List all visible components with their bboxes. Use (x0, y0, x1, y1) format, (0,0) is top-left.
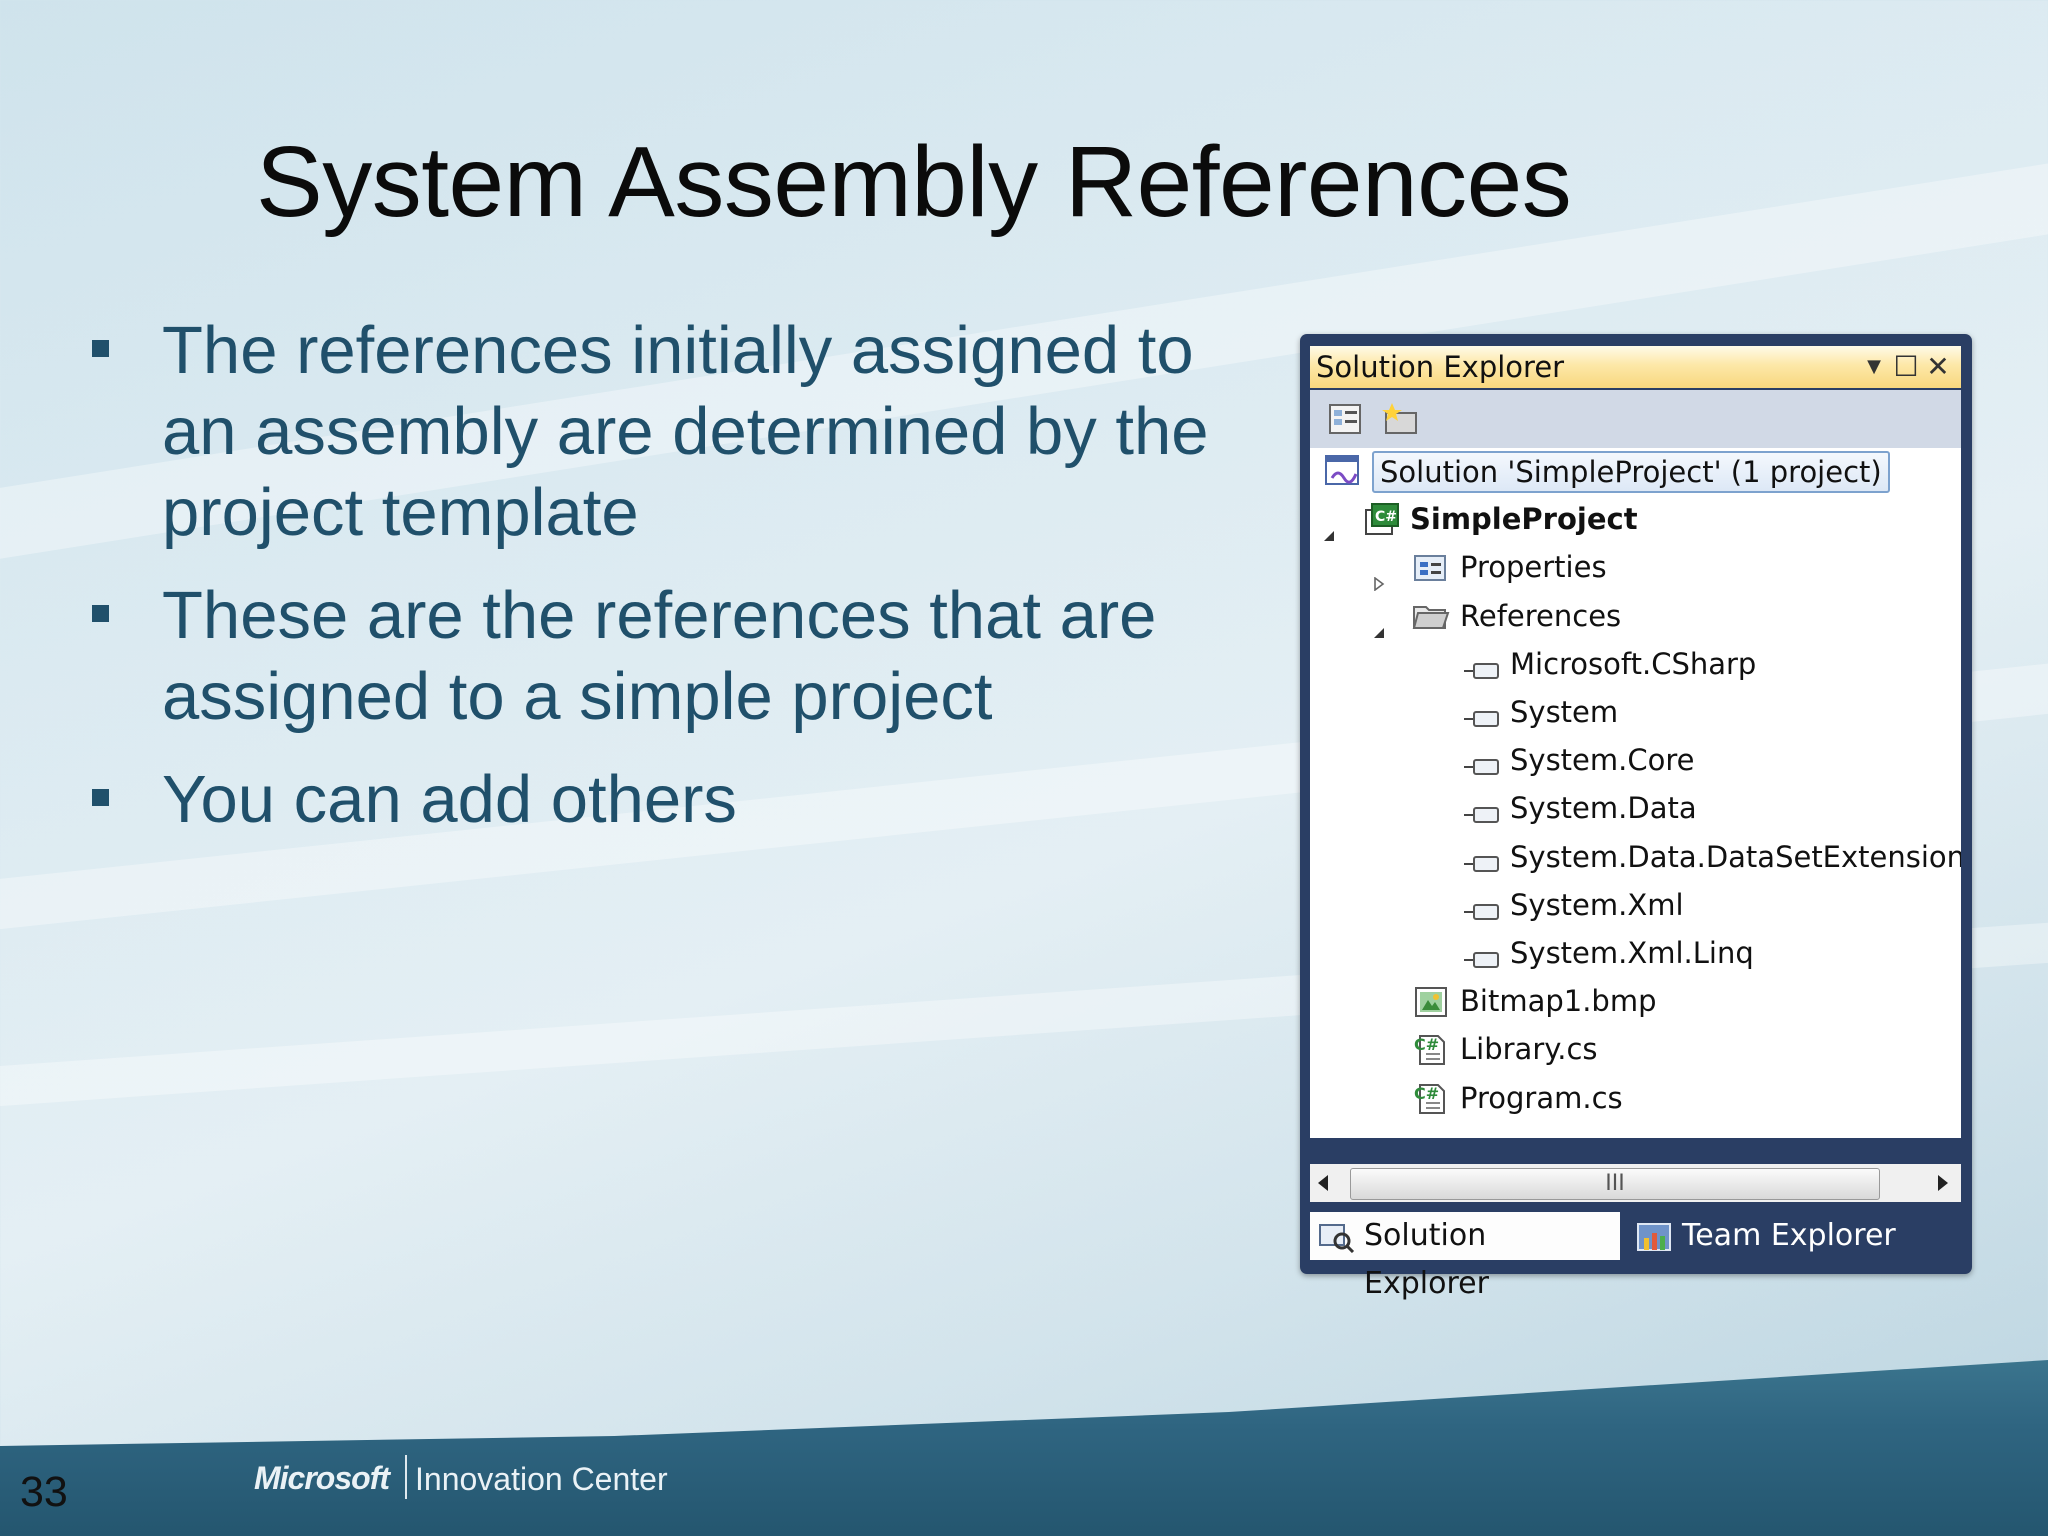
reference-icon (1462, 700, 1502, 742)
tree-item-label: System.Core (1510, 743, 1695, 778)
solution-explorer-panel: Solution Explorer ▼ ☐ ✕ Solution 'Simple… (1300, 334, 1972, 1301)
scroll-left-icon[interactable] (1316, 1173, 1330, 1198)
dropdown-arrow-icon[interactable]: ▼ (1859, 346, 1889, 388)
bullet-text: You can add others (162, 762, 737, 837)
tree-item-label: Library.cs (1460, 1032, 1598, 1067)
slide-title: System Assembly References (256, 126, 1572, 238)
microsoft-logo: Microsoft (254, 1460, 390, 1496)
tree-item-label: Solution 'SimpleProject' (1 project) (1372, 451, 1890, 493)
slide-number: 33 (20, 1468, 68, 1516)
reference-icon (1462, 941, 1502, 983)
maximize-icon[interactable]: ☐ (1891, 346, 1921, 388)
svg-text:C#: C# (1414, 1084, 1439, 1103)
solution-icon (1324, 454, 1362, 499)
tree-item-bitmap1-bmp[interactable]: Bitmap1.bmp (1310, 980, 1961, 1022)
tree-item-system-data-datasetextensions[interactable]: System.Data.DataSetExtensions (1310, 836, 1961, 878)
tree-item-label: System.Xml.Linq (1510, 936, 1754, 970)
tree-item-label: System.Xml (1510, 887, 1684, 922)
logo-divider (405, 1455, 407, 1499)
scroll-thumb[interactable]: III (1350, 1168, 1880, 1200)
bullet-item: The references initially assigned to an … (90, 310, 1260, 553)
tree-item-label: SimpleProject (1410, 502, 1638, 537)
tree-item-system-data[interactable]: System.Data (1310, 787, 1961, 829)
tree-item-label: Microsoft.CSharp (1510, 646, 1757, 681)
solution-explorer-title-bar[interactable]: Solution Explorer ▼ ☐ ✕ (1310, 346, 1961, 388)
bitmap-icon (1412, 984, 1450, 1029)
tree-item-solution-simpleproject-1-project[interactable]: Solution 'SimpleProject' (1 project) (1310, 450, 1961, 493)
bullet-square-icon (92, 340, 109, 357)
csharp-file-icon: C# (1412, 1032, 1450, 1077)
tree-item-properties[interactable]: Properties (1310, 546, 1961, 592)
properties-view-icon[interactable] (1326, 401, 1366, 437)
bullet-item: You can add others (90, 759, 1260, 840)
solution-explorer-icon (1318, 1220, 1356, 1268)
tree-item-label: System (1510, 695, 1619, 729)
properties-icon (1412, 550, 1450, 595)
tree-item-label: Bitmap1.bmp (1460, 984, 1657, 1019)
panel-title: Solution Explorer (1316, 350, 1565, 384)
tree-item-label: Properties (1460, 550, 1607, 585)
tab-solution-explorer[interactable]: Solution Explorer (1310, 1212, 1620, 1301)
horizontal-scrollbar[interactable]: III (1310, 1164, 1961, 1202)
tree-item-label: System.Data.DataSetExtensions (1510, 839, 1961, 874)
tree-item-system-xml-linq[interactable]: System.Xml.Linq (1310, 932, 1961, 974)
bullet-square-icon (92, 789, 109, 806)
tab-label: Solution Explorer (1364, 1218, 1489, 1301)
explorer-tab-strip: Solution Explorer Team Explorer (1310, 1212, 1961, 1301)
folder-open-icon (1412, 599, 1450, 644)
tree-item-microsoft-csharp[interactable]: Microsoft.CSharp (1310, 643, 1961, 685)
reference-icon (1462, 893, 1502, 935)
team-explorer-icon (1636, 1220, 1676, 1269)
solution-tree: Solution 'SimpleProject' (1 project) C# Si… (1310, 448, 1961, 1138)
reference-icon (1462, 652, 1502, 694)
ground-horizon (0, 1360, 2048, 1536)
csharp-file-icon: C# (1412, 1081, 1450, 1126)
solution-explorer-toolbar (1310, 390, 1961, 448)
tree-item-label: References (1460, 598, 1622, 633)
svg-text:C#: C# (1375, 509, 1397, 525)
scroll-thumb-grip: III (1605, 1171, 1625, 1196)
svg-text:C#: C# (1414, 1035, 1439, 1054)
reference-icon (1462, 748, 1502, 790)
scroll-right-icon[interactable] (1936, 1173, 1950, 1198)
innovation-center-label: Innovation Center (415, 1461, 668, 1497)
csharp-project-icon: C# (1362, 502, 1400, 547)
bullet-text: The references initially assigned to an … (162, 313, 1209, 550)
tree-item-system-core[interactable]: System.Core (1310, 739, 1961, 781)
tree-item-system[interactable]: System (1310, 691, 1961, 733)
bullet-list: The references initially assigned to an … (90, 310, 1260, 862)
tree-item-library-cs[interactable]: C# Library.cs (1310, 1028, 1961, 1070)
bullet-item: These are the references that are assign… (90, 575, 1260, 737)
reference-icon (1462, 845, 1502, 887)
tab-label: Team Explorer (1682, 1218, 1896, 1253)
show-all-files-icon[interactable] (1380, 401, 1420, 437)
tree-item-program-cs[interactable]: C# Program.cs (1310, 1077, 1961, 1119)
collapse-arrow-icon[interactable] (1372, 609, 1386, 638)
tree-item-system-xml[interactable]: System.Xml (1310, 884, 1961, 926)
collapse-arrow-icon[interactable] (1322, 512, 1336, 542)
tree-item-references[interactable]: References (1310, 595, 1961, 638)
tree-item-simpleproject[interactable]: C# SimpleProject (1310, 498, 1961, 542)
expand-arrow-icon[interactable] (1372, 560, 1386, 592)
tree-item-label: System.Data (1510, 791, 1697, 826)
close-icon[interactable]: ✕ (1923, 346, 1953, 388)
reference-icon (1462, 796, 1502, 838)
bullet-text: These are the references that are assign… (162, 578, 1157, 734)
tree-item-label: Program.cs (1460, 1080, 1623, 1115)
tab-team-explorer[interactable]: Team Explorer (1628, 1212, 1958, 1260)
bullet-square-icon (92, 605, 109, 622)
